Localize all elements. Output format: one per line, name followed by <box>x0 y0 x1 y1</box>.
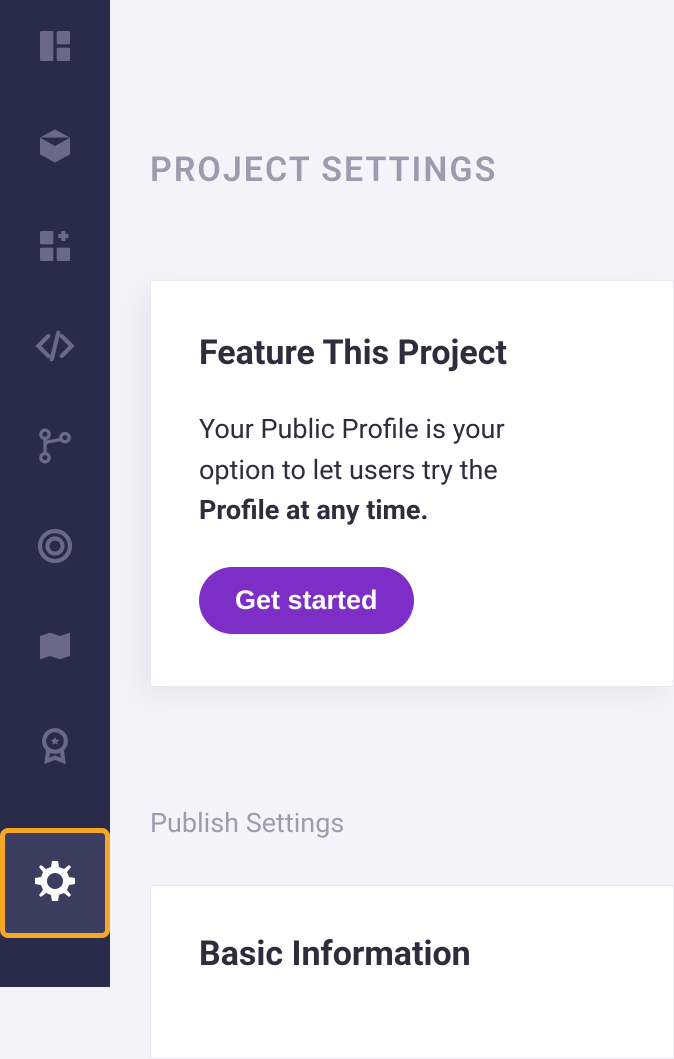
basic-info-title: Basic Information <box>199 934 625 974</box>
map-icon <box>35 626 75 670</box>
code-icon <box>35 326 75 370</box>
sidebar-item-code[interactable] <box>31 324 79 372</box>
sidebar-item-package[interactable] <box>31 124 79 172</box>
branch-icon <box>35 426 75 470</box>
badge-icon <box>35 726 75 770</box>
page-title: PROJECT SETTINGS <box>150 150 674 190</box>
settings-icon <box>31 857 79 909</box>
get-started-button[interactable]: Get started <box>199 567 414 634</box>
sidebar-item-add-block[interactable] <box>31 224 79 272</box>
sidebar-item-settings[interactable] <box>0 828 110 938</box>
target-icon <box>35 526 75 570</box>
sidebar <box>0 0 110 987</box>
feature-text-bold: Profile at any time. <box>199 494 428 526</box>
feature-text-line1: Your Public Profile is your <box>199 413 505 445</box>
add-block-icon <box>35 226 75 270</box>
feature-project-card: Feature This Project Your Public Profile… <box>150 280 674 687</box>
publish-settings-label: Publish Settings <box>150 807 674 839</box>
sidebar-item-dashboard[interactable] <box>31 24 79 72</box>
package-icon <box>35 126 75 170</box>
dashboard-icon <box>35 26 75 70</box>
sidebar-item-branch[interactable] <box>31 424 79 472</box>
basic-information-card: Basic Information <box>150 885 674 1059</box>
sidebar-item-target[interactable] <box>31 524 79 572</box>
main-content: PROJECT SETTINGS Feature This Project Yo… <box>110 0 674 987</box>
feature-card-text: Your Public Profile is your option to le… <box>199 409 625 531</box>
sidebar-item-map[interactable] <box>31 624 79 672</box>
sidebar-item-badge[interactable] <box>31 724 79 772</box>
feature-card-title: Feature This Project <box>199 333 625 373</box>
feature-text-line2: option to let users try the <box>199 454 498 486</box>
